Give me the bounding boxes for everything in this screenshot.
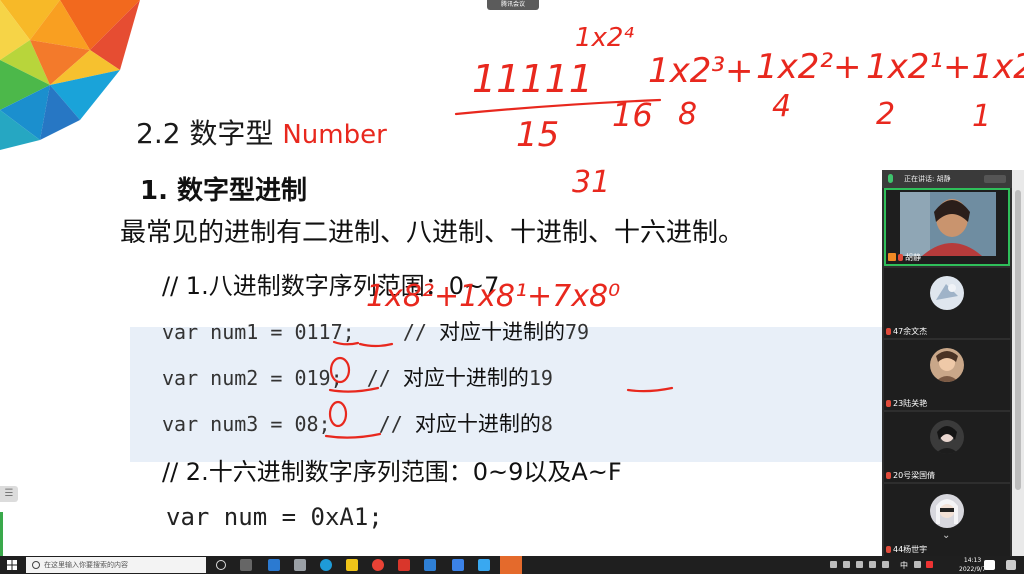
mic-icon	[898, 254, 903, 261]
ink-place-1: 1	[972, 99, 991, 134]
participant-name: 胡静	[888, 252, 921, 263]
ink-place-16: 16	[612, 96, 653, 134]
avatar	[930, 420, 964, 454]
mic-off-icon	[886, 400, 891, 407]
windows-start-icon[interactable]	[0, 556, 24, 574]
ink-underline-sum	[454, 98, 662, 116]
sub-title: 1. 数字型进制	[140, 176, 308, 206]
cortana-icon[interactable]	[216, 560, 226, 570]
section-name: Number	[282, 120, 387, 150]
chrome-icon[interactable]	[372, 559, 384, 571]
clock[interactable]: 14:13 2022/9/7	[959, 556, 986, 574]
search-icon	[32, 561, 40, 569]
tray-app-icon[interactable]	[869, 561, 876, 568]
ink-term-3: 1x2¹+1x2⁰	[866, 47, 1024, 87]
avatar	[930, 348, 964, 382]
scroll-down-icon[interactable]: ⌄	[942, 530, 950, 541]
taskbar: 在这里输入你要搜索的内容 中 14:13 2022/9/7	[0, 556, 1024, 574]
ink-term-2: 1x2²+	[756, 47, 862, 87]
host-icon	[888, 253, 896, 261]
code-note: 对应十进制的	[414, 412, 541, 436]
clock-date: 2022/9/7	[959, 566, 986, 573]
ink-top-power: 1x2⁴	[575, 23, 634, 53]
code-result: 19	[528, 366, 553, 390]
hex-comment: // 2.十六进制数字序列范围：0~9以及A~F	[162, 458, 622, 486]
file-explorer-icon[interactable]	[346, 559, 358, 571]
ink-term-1: 1x2³+	[648, 51, 754, 91]
tray-volume-icon[interactable]	[882, 561, 889, 568]
code-line-hex: var num = 0xA1;	[166, 503, 383, 531]
store-icon[interactable]	[294, 559, 306, 571]
presentation-slide: 腾讯会议 2.2 数字型 Number 1. 数字型进制 最常见的进制有二进制、…	[0, 0, 1024, 556]
code-text: var num1 = 0117; //	[162, 320, 439, 344]
code-result: 79	[564, 320, 590, 344]
edge-icon[interactable]	[320, 559, 332, 571]
tray-mic-icon[interactable]	[843, 561, 850, 568]
participant-tile[interactable]: 23陆关艳	[884, 340, 1010, 410]
code-line-2: var num2 = 019; // 对应十进制的19	[162, 362, 553, 392]
ink-total: 31	[572, 165, 610, 200]
show-desktop-icon[interactable]	[1006, 560, 1016, 570]
task-view-icon[interactable]	[240, 559, 252, 571]
code-text: var num2 = 019; //	[162, 366, 403, 390]
intro-text: 最常见的进制有二进制、八进制、十进制、十六进制。	[120, 218, 745, 248]
mic-off-icon	[886, 328, 891, 335]
tray-expand-icon[interactable]	[830, 561, 837, 568]
ink-binary: 11111	[472, 57, 593, 101]
meeting-indicator[interactable]: 腾讯会议	[487, 0, 539, 10]
code-note: 对应十进制的	[402, 366, 529, 390]
ink-sum: 15	[516, 115, 559, 155]
host-video	[900, 192, 996, 256]
participant-tile-host[interactable]: 胡静	[884, 188, 1010, 266]
participant-name: 44杨世宇	[886, 544, 927, 555]
participant-tile[interactable]: 47余文杰	[884, 268, 1010, 338]
participant-name: 47余文杰	[886, 326, 927, 337]
mic-off-icon	[886, 472, 891, 479]
octal-comment: // 1.八进制数字序列范围：0~7	[162, 272, 500, 300]
code-line-1: var num1 = 0117; // 对应十进制的79	[162, 316, 589, 346]
participant-name: 23陆关艳	[886, 398, 927, 409]
wps-icon[interactable]	[398, 559, 410, 571]
polygon-logo	[0, 0, 140, 150]
tray-network-icon[interactable]	[856, 561, 863, 568]
participant-tile[interactable]: ⌄ 44杨世宇	[884, 484, 1010, 556]
participant-tile[interactable]: 20号梁国倩	[884, 412, 1010, 482]
code-highlight-box	[130, 327, 882, 462]
vscode-icon[interactable]	[424, 559, 436, 571]
clock-time: 14:13	[963, 557, 982, 564]
speaking-label: 正在讲话: 胡静	[904, 175, 951, 183]
taskbar-search-input[interactable]: 在这里输入你要搜索的内容	[26, 557, 206, 573]
code-text: var num3 = 08; //	[162, 412, 415, 436]
active-app-icon[interactable]	[500, 556, 522, 574]
code-note: 对应十进制的	[438, 320, 565, 344]
code-line-3: var num3 = 08; // 对应十进制的8	[162, 408, 553, 438]
ink-place-2: 2	[876, 97, 895, 132]
section-title: 2.2 数字型 Number	[136, 112, 387, 152]
code-result: 8	[540, 412, 553, 436]
avatar	[930, 494, 964, 528]
side-menu-tab[interactable]: ☰	[0, 486, 18, 502]
ime-indicator[interactable]: 中	[900, 560, 908, 571]
participant-panel: 正在讲话: 胡静 胡静 47余文杰 23陆关艳 20号梁国倩 ⌄ 44杨世宇	[882, 170, 1012, 556]
ink-place-4: 4	[772, 89, 791, 124]
participant-name: 20号梁国倩	[886, 470, 935, 481]
ink-place-8: 8	[678, 97, 697, 132]
search-placeholder: 在这里输入你要搜索的内容	[44, 561, 128, 569]
notification-icon[interactable]	[984, 560, 995, 570]
avatar	[930, 276, 964, 310]
panel-toggle-icon[interactable]	[984, 175, 1006, 183]
speaking-header: 正在讲话: 胡静	[882, 170, 1012, 188]
panel-scrollbar[interactable]	[1012, 170, 1024, 556]
app-icon[interactable]	[478, 559, 490, 571]
mic-off-icon	[886, 546, 891, 553]
scrollbar-thumb[interactable]	[1015, 190, 1021, 490]
tray-input-icon[interactable]	[914, 561, 921, 568]
section-number: 2.2 数字型	[136, 117, 283, 150]
tray-security-icon[interactable]	[926, 561, 933, 568]
mail-icon[interactable]	[268, 559, 280, 571]
tencent-meeting-icon[interactable]	[452, 559, 464, 571]
mic-icon	[888, 174, 893, 183]
side-edge-bar	[0, 512, 3, 556]
